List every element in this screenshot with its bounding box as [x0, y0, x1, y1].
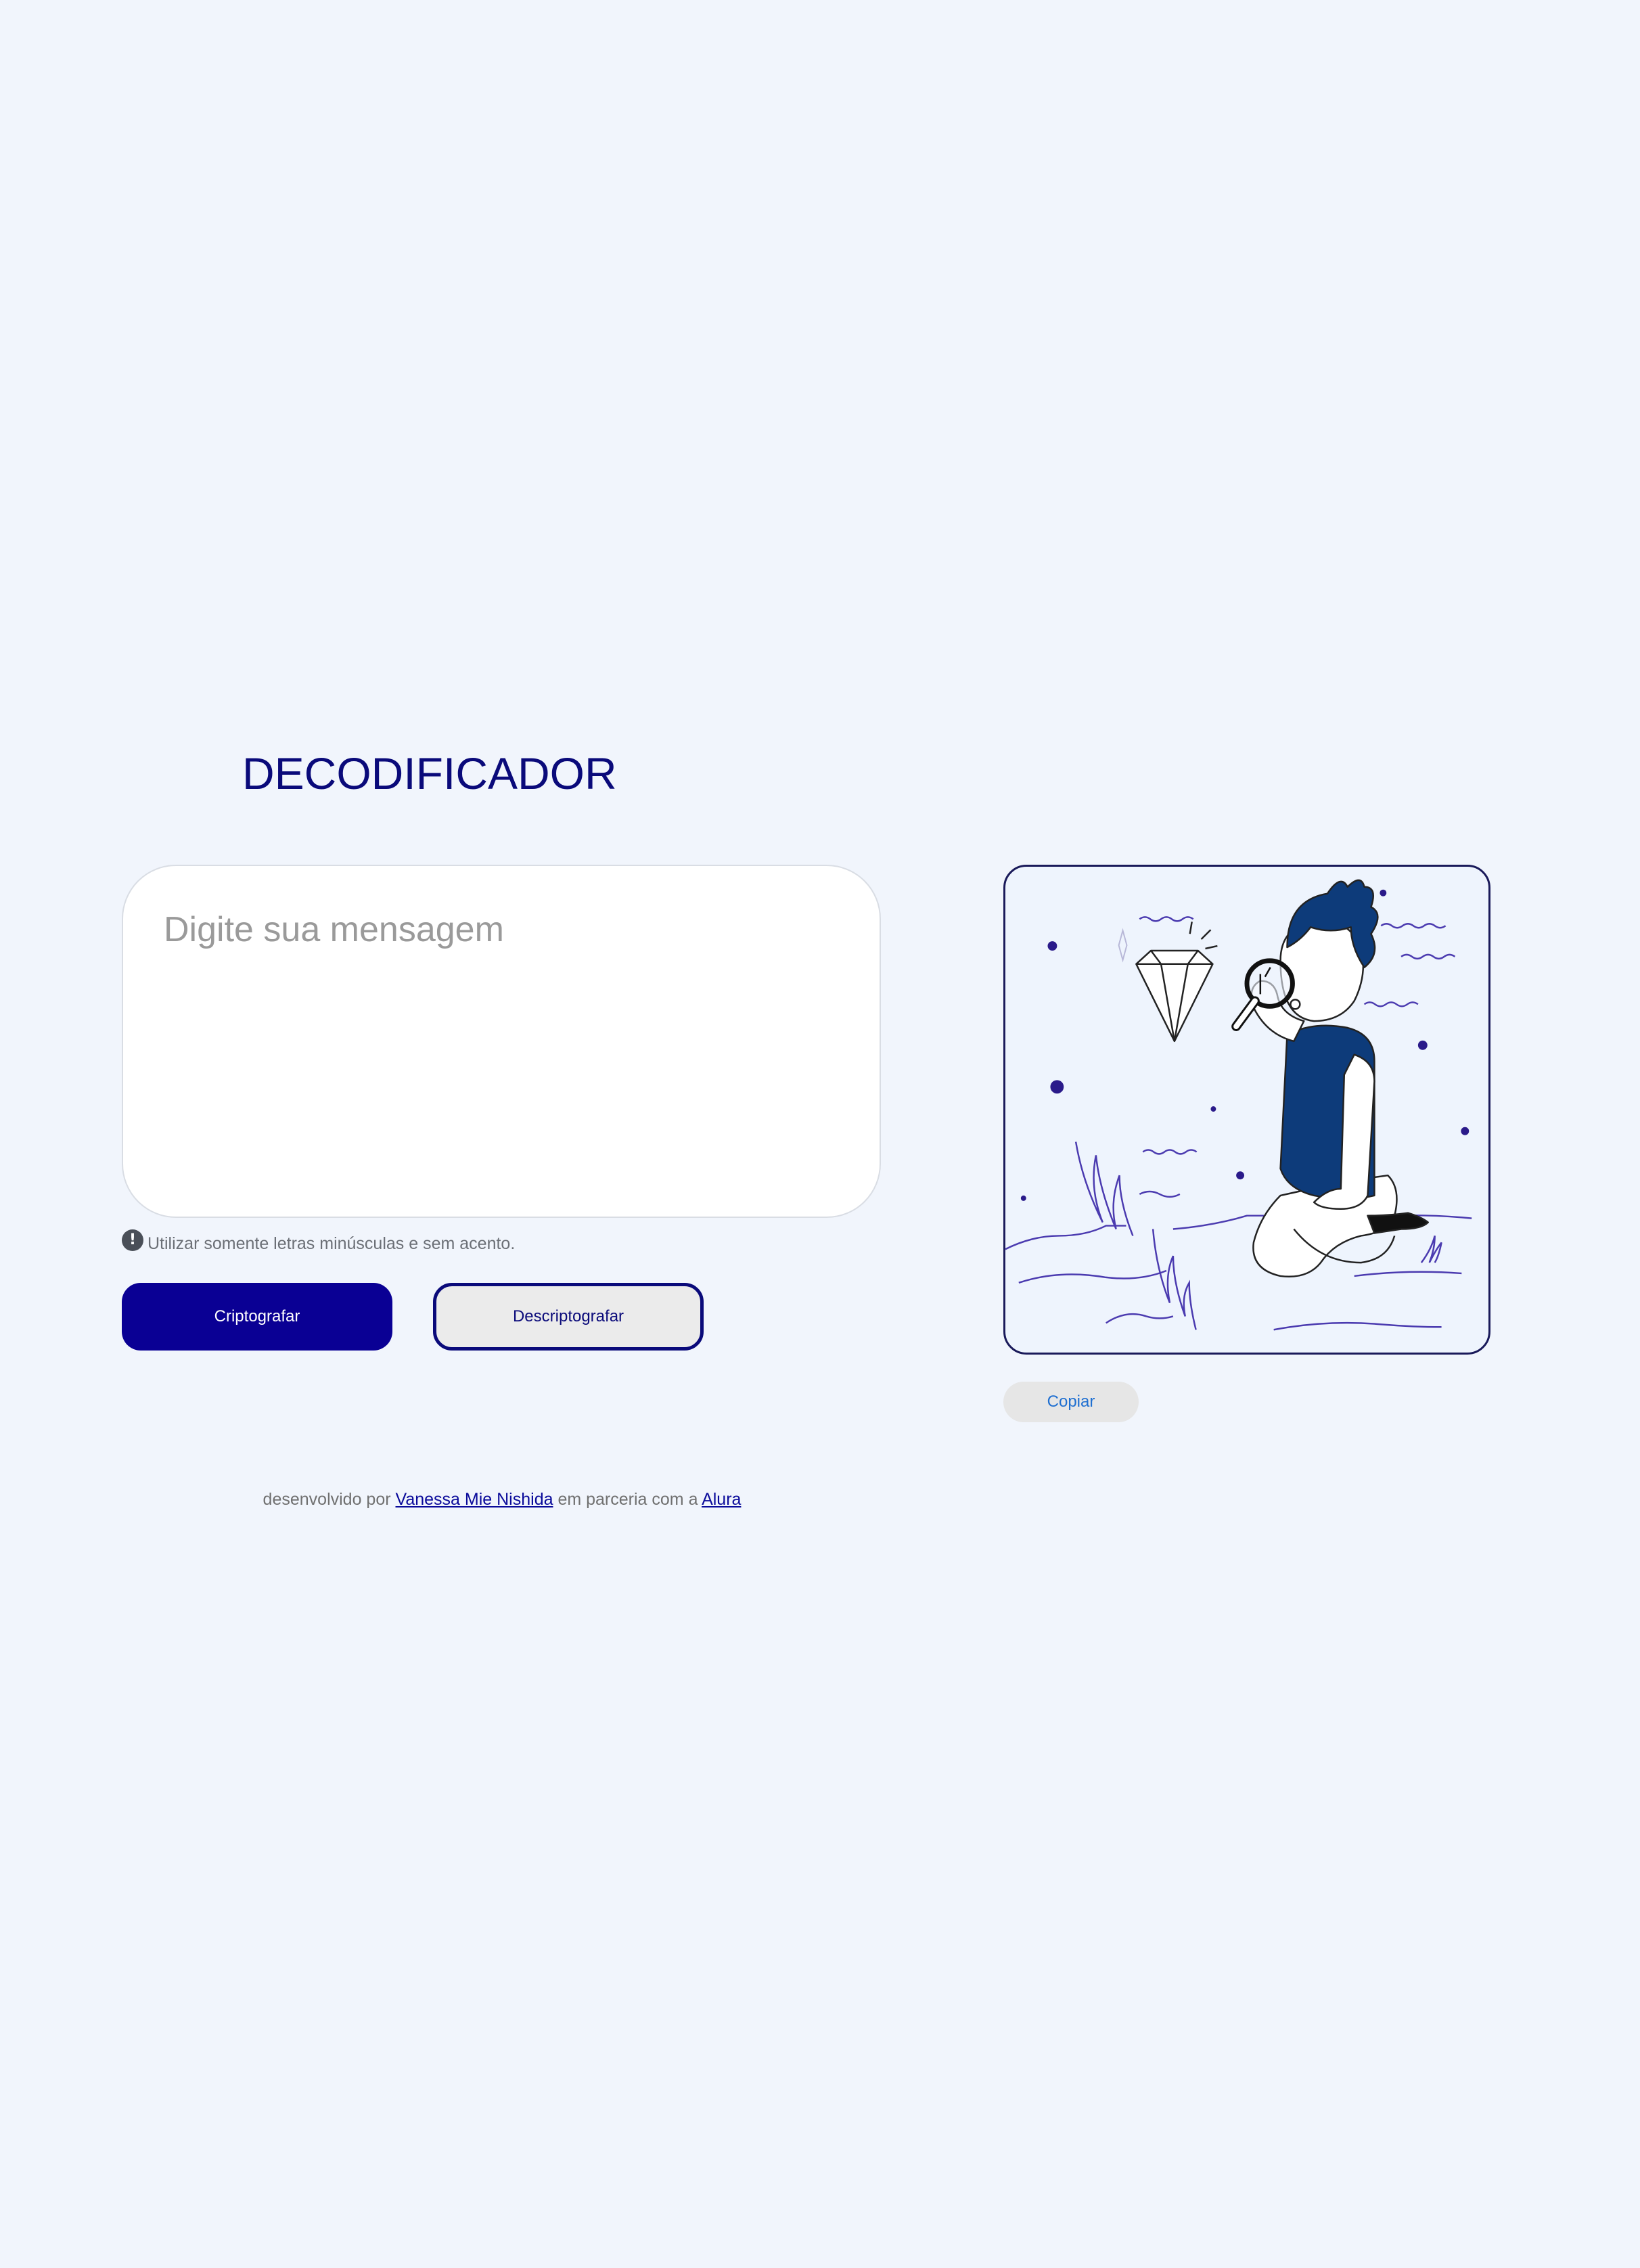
footer-prefix: desenvolvido por	[263, 1490, 391, 1509]
person-with-magnifying-glass-illustration	[1005, 879, 1472, 1331]
author-link[interactable]: Vanessa Mie Nishida	[396, 1490, 553, 1509]
hint-text: Utilizar somente letras minúsculas e sem…	[147, 1234, 516, 1253]
message-input[interactable]	[122, 865, 881, 1218]
footer-middle: em parceria com a	[557, 1490, 698, 1509]
copy-button[interactable]: Copiar	[1003, 1382, 1139, 1422]
output-panel	[1003, 865, 1490, 1355]
input-hint: ! Utilizar somente letras minúsculas e s…	[122, 1226, 515, 1254]
encrypt-button[interactable]: Criptografar	[122, 1283, 392, 1351]
alura-link[interactable]: Alura	[702, 1490, 741, 1509]
footer: desenvolvido por Vanessa Mie Nishida em …	[0, 1490, 1004, 1510]
page-title: DECODIFICADOR	[242, 748, 617, 798]
decrypt-button[interactable]: Descriptografar	[433, 1283, 704, 1351]
exclamation-icon: !	[122, 1229, 143, 1251]
